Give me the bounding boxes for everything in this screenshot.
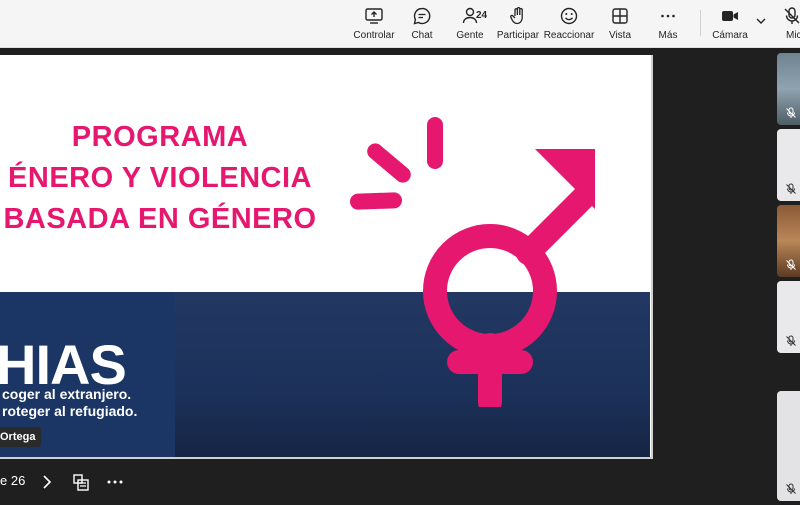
slide-page-indicator: e 26 [0, 473, 26, 488]
participant-tile[interactable] [777, 53, 800, 125]
mic-off-icon [786, 107, 796, 118]
camera-options-chevron[interactable] [754, 14, 768, 28]
people-count: 24 [476, 10, 488, 21]
participant-tile[interactable] [777, 129, 800, 201]
participant-tile[interactable] [777, 205, 800, 277]
slides-overview-button[interactable] [70, 471, 92, 493]
title-line-3: BASADA EN GÉNERO [3, 203, 317, 235]
grid-view-icon [612, 8, 628, 24]
more-icon [661, 14, 675, 18]
transgender-symbol-icon [350, 117, 595, 407]
presenter-name-tag: Ortega [0, 427, 42, 447]
slide-title: PROGRAMA ÉNERO Y VIOLENCIA BASADA EN GÉN… [0, 117, 320, 240]
chevron-down-icon [756, 18, 766, 24]
mic-label: Micr [786, 30, 800, 41]
title-line-1: PROGRAMA [71, 121, 249, 153]
mic-off-icon [786, 183, 796, 194]
mic-off-icon [786, 259, 796, 270]
camera-label: Cámara [712, 30, 748, 41]
slides-grid-icon [73, 474, 89, 491]
hias-tagline-1: coger al extranjero. [2, 386, 132, 402]
chat-icon [413, 7, 431, 25]
title-line-2: ÉNERO Y VIOLENCIA [8, 162, 312, 194]
shared-content-stage: PROGRAMA ÉNERO Y VIOLENCIA BASADA EN GÉN… [0, 49, 775, 505]
camera-icon [722, 11, 738, 21]
meeting-toolbar: Controlar Chat 24 Gente Participar Reacc… [0, 0, 800, 48]
participant-tile[interactable] [777, 281, 800, 353]
presentation-slide: PROGRAMA ÉNERO Y VIOLENCIA BASADA EN GÉN… [0, 55, 653, 459]
next-slide-button[interactable] [36, 471, 58, 493]
slide-more-button[interactable] [104, 471, 126, 493]
participant-strip[interactable] [777, 49, 800, 505]
share-screen-icon [365, 8, 383, 24]
camera-button[interactable]: Cámara [700, 6, 760, 41]
mic-off-icon [786, 483, 796, 494]
hias-brand-panel: HIAS coger al extranjero. roteger al ref… [0, 292, 175, 457]
mic-off-icon [786, 335, 796, 346]
raise-hand-icon [510, 7, 523, 25]
participant-tile[interactable] [777, 391, 800, 501]
smiley-icon [560, 7, 578, 25]
more-label: Más [658, 30, 678, 41]
more-button[interactable]: Más [638, 6, 698, 41]
chevron-right-icon [43, 475, 52, 489]
microphone-icon [784, 7, 800, 24]
more-icon [107, 480, 123, 484]
mic-button[interactable]: Micr [774, 6, 800, 41]
hias-tagline-2: roteger al refugiado. [2, 403, 138, 419]
